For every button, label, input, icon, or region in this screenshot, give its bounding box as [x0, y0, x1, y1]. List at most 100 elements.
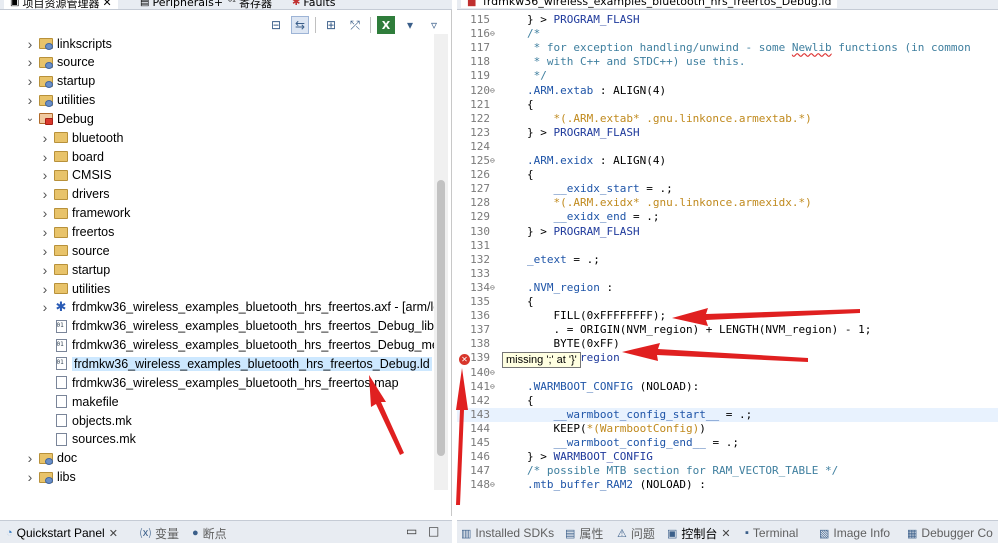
tab-installed-sdks[interactable]: ▥ Installed SDKs	[461, 524, 554, 542]
code-line[interactable]: 116 ⊖ /*	[457, 27, 998, 41]
tree-item[interactable]: › freertos	[0, 223, 434, 242]
tree-item[interactable]: frdmkw36_wireless_examples_bluetooth_hrs…	[0, 373, 434, 392]
tree-item[interactable]: › libs	[0, 468, 434, 487]
filter-icon[interactable]: ⊞	[322, 16, 340, 34]
code-line[interactable]: 128 *(.ARM.exidx* .gnu.linkonce.armexidx…	[457, 196, 998, 210]
tab-variables[interactable]: ⒳ 变量	[140, 524, 179, 542]
error-marker-icon[interactable]: ✕	[459, 354, 470, 365]
chevron-right-icon[interactable]: ›	[39, 299, 51, 315]
chevron-right-icon[interactable]: ›	[39, 281, 51, 297]
tree-item[interactable]: makefile	[0, 392, 434, 411]
code-line[interactable]: 125 ⊖ .ARM.exidx : ALIGN(4)	[457, 154, 998, 168]
tree-item[interactable]: › startup	[0, 72, 434, 91]
tree-item[interactable]: › ✱ frdmkw36_wireless_examples_bluetooth_h…	[0, 298, 434, 317]
tree-item[interactable]: objects.mk	[0, 411, 434, 430]
code-line[interactable]: 122 *(.ARM.extab* .gnu.linkonce.armextab…	[457, 112, 998, 126]
fold-toggle-icon[interactable]: ⊖	[490, 154, 500, 168]
tab-faults[interactable]: ✱ Faults	[292, 0, 336, 9]
code-line[interactable]: 142 {	[457, 394, 998, 408]
chevron-right-icon[interactable]: ›	[24, 73, 36, 89]
code-line[interactable]: 129 __exidx_end = .;	[457, 210, 998, 224]
chevron-right-icon[interactable]: ›	[39, 149, 51, 165]
chevron-right-icon[interactable]: ›	[39, 262, 51, 278]
code-area[interactable]: 115} > PROGRAM_FLASH 116 ⊖/* 117 * for exce…	[457, 13, 998, 498]
view-menu-icon[interactable]: ▿	[425, 16, 443, 34]
tree-item[interactable]: ⌄ Debug	[0, 109, 434, 128]
code-line[interactable]: 117 * for exception handling/unwind - so…	[457, 41, 998, 55]
chevron-down-icon[interactable]: ▾	[401, 16, 419, 34]
code-line[interactable]: 126 {	[457, 168, 998, 182]
code-line[interactable]: 134 ⊖ .NVM_region :	[457, 281, 998, 295]
code-line[interactable]: 130} > PROGRAM_FLASH	[457, 225, 998, 239]
minimize-icon[interactable]: ▭	[406, 524, 417, 538]
chevron-down-icon[interactable]: ⌄	[24, 113, 36, 124]
tab-registers[interactable]: ⁰¹ 寄存器	[228, 0, 272, 9]
chevron-right-icon[interactable]: ›	[39, 243, 51, 259]
tree-item[interactable]: › linkscripts	[0, 34, 434, 53]
code-line[interactable]: 120 ⊖ .ARM.extab : ALIGN(4)	[457, 84, 998, 98]
collapse-all-icon[interactable]: ⊟	[267, 16, 285, 34]
code-line[interactable]: 119 */	[457, 69, 998, 83]
tree-item[interactable]: › bluetooth	[0, 128, 434, 147]
tab-properties[interactable]: ▤ 属性	[565, 524, 603, 542]
tab-peripherals[interactable]: ▤ Peripherals+	[140, 0, 223, 9]
tree-item[interactable]: › source	[0, 241, 434, 260]
code-line[interactable]: 133	[457, 267, 998, 281]
fold-toggle-icon[interactable]: ⊖	[490, 27, 500, 41]
chevron-right-icon[interactable]: ›	[24, 36, 36, 52]
code-line[interactable]: 115} > PROGRAM_FLASH	[457, 13, 998, 27]
editor-tab[interactable]: ■ frdmkw36_wireless_examples_bluetooth_h…	[461, 0, 838, 8]
chevron-right-icon[interactable]: ›	[39, 224, 51, 240]
chevron-right-icon[interactable]: ›	[24, 469, 36, 485]
chevron-right-icon[interactable]: ›	[24, 450, 36, 466]
code-line[interactable]: 147 /* possible MTB section for RAM_VECTO…	[457, 464, 998, 478]
link-with-editor-icon[interactable]: ⇆	[291, 16, 309, 34]
chevron-right-icon[interactable]: ›	[39, 186, 51, 202]
maximize-icon[interactable]: □	[428, 524, 439, 538]
code-line[interactable]: 148 ⊖ .mtb_buffer_RAM2 (NOLOAD) :	[457, 478, 998, 492]
sync-icon[interactable]: ⤱	[346, 16, 364, 34]
tree-item[interactable]: › utilities	[0, 279, 434, 298]
fold-toggle-icon[interactable]: ⊖	[490, 366, 500, 380]
close-icon[interactable]: ✕	[109, 527, 118, 540]
tree-item[interactable]: › drivers	[0, 185, 434, 204]
tree-item[interactable]: › board	[0, 147, 434, 166]
code-line[interactable]: 146} > WARMBOOT_CONFIG	[457, 450, 998, 464]
tree-item[interactable]: › startup	[0, 260, 434, 279]
code-line[interactable]: 141 ⊖ .WARMBOOT_CONFIG (NOLOAD):	[457, 380, 998, 394]
tree-item[interactable]: › CMSIS	[0, 166, 434, 185]
code-line[interactable]: 143 __warmboot_config_start__ = .;	[457, 407, 998, 422]
chevron-right-icon[interactable]: ›	[24, 92, 36, 108]
chevron-right-icon[interactable]: ›	[39, 167, 51, 183]
code-line[interactable]: 124	[457, 140, 998, 154]
tab-console[interactable]: ▣ 控制台 ✕	[667, 524, 731, 542]
code-line[interactable]: 123} > PROGRAM_FLASH	[457, 126, 998, 140]
fold-toggle-icon[interactable]: ⊖	[490, 84, 500, 98]
fold-toggle-icon[interactable]: ⊖	[490, 380, 500, 394]
chevron-right-icon[interactable]: ›	[24, 54, 36, 70]
chevron-right-icon[interactable]: ›	[39, 130, 51, 146]
tree-item[interactable]: › utilities	[0, 91, 434, 110]
mcuxpresso-icon[interactable]: X	[377, 16, 395, 34]
tab-project-explorer[interactable]: ▣ 项目资源管理器 ✕	[4, 0, 118, 9]
code-line[interactable]: 118 * with C++ and STDC++) use this.	[457, 55, 998, 69]
tree-item[interactable]: frdmkw36_wireless_examples_bluetooth_hrs…	[0, 317, 434, 336]
tab-quickstart-panel[interactable]: ◔ Quickstart Panel ✕	[6, 524, 118, 542]
code-line[interactable]: 144 KEEP(*(WarmbootConfig))	[457, 422, 998, 436]
tree-item[interactable]: › doc	[0, 449, 434, 468]
scrollbar-thumb[interactable]	[437, 180, 445, 456]
tab-breakpoints[interactable]: ● 断点	[192, 524, 227, 542]
tree-item[interactable]: › source	[0, 53, 434, 72]
code-line[interactable]: 127 __exidx_start = .;	[457, 182, 998, 196]
fold-toggle-icon[interactable]: ⊖	[490, 281, 500, 295]
code-line[interactable]: 145 __warmboot_config_end__ = .;	[457, 436, 998, 450]
tree-item[interactable]: frdmkw36_wireless_examples_bluetooth_hrs…	[0, 336, 434, 355]
code-line[interactable]: 131	[457, 239, 998, 253]
tab-problems[interactable]: ⚠ 问题	[617, 524, 655, 542]
code-line[interactable]: 132 _etext = .;	[457, 253, 998, 267]
close-icon[interactable]: ✕	[721, 527, 730, 540]
explorer-scrollbar[interactable]	[434, 34, 448, 490]
code-line[interactable]: 138 BYTE(0xFF)	[457, 337, 998, 351]
tree-item[interactable]: sources.mk	[0, 430, 434, 449]
code-line[interactable]: 135 {	[457, 295, 998, 309]
